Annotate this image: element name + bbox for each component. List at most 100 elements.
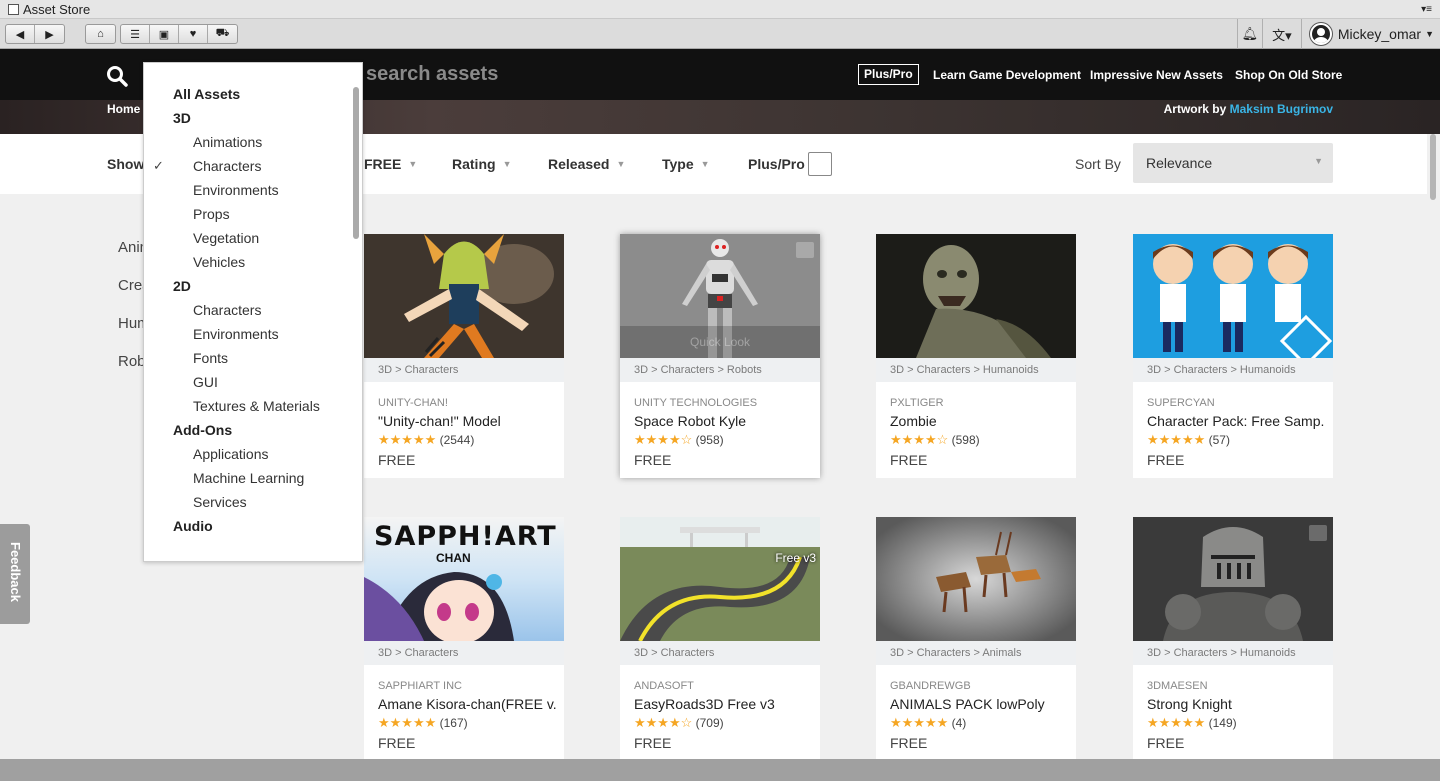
avatar[interactable] <box>1309 23 1332 45</box>
asset-publisher[interactable]: SAPPHIART INC <box>378 680 462 692</box>
rating-filter[interactable]: Rating ▼ <box>452 156 511 172</box>
back-button[interactable]: ◀ <box>6 25 35 43</box>
dropdown-scrollbar[interactable] <box>353 87 359 239</box>
plus-pro-button[interactable]: Plus/Pro <box>858 64 919 85</box>
asset-category[interactable]: 3D > Characters > Humanoids <box>1133 358 1333 382</box>
username[interactable]: Mickey_omar <box>1338 26 1421 42</box>
asset-card[interactable]: 3D > Characters > Animals GBANDREWGB ANI… <box>876 517 1076 761</box>
dropdown-item-2d-fonts[interactable]: Fonts <box>193 350 228 366</box>
asset-category[interactable]: 3D > Characters > Humanoids <box>876 358 1076 382</box>
heart-icon[interactable]: ♥ <box>179 25 208 43</box>
rating-filter-label: Rating <box>452 156 496 172</box>
dropdown-item-add-ons[interactable]: Add-Ons <box>173 422 232 438</box>
sidebar-item-robots[interactable]: Rob <box>118 353 146 370</box>
dropdown-item-all-assets[interactable]: All Assets <box>173 86 240 102</box>
asset-card[interactable]: SAPPH!ART CHAN 3D > Characters SAPPHIART… <box>364 517 564 761</box>
dropdown-item-3d-props[interactable]: Props <box>193 206 230 222</box>
home-button[interactable]: ⌂ <box>86 25 115 43</box>
asset-thumbnail[interactable]: SAPPH!ART CHAN <box>364 517 564 641</box>
asset-store-icon <box>8 4 19 15</box>
dropdown-item-2d-environments[interactable]: Environments <box>193 326 279 342</box>
asset-name[interactable]: "Unity-chan!" Model <box>378 413 562 429</box>
search-icon[interactable] <box>106 65 128 87</box>
asset-category[interactable]: 3D > Characters <box>620 641 820 665</box>
asset-category[interactable]: 3D > Characters <box>364 641 564 665</box>
asset-category[interactable]: 3D > Characters > Animals <box>876 641 1076 665</box>
asset-card[interactable]: 3D > Characters > Humanoids 3DMAESEN Str… <box>1133 517 1333 761</box>
downloads-icon[interactable]: ▣ <box>150 25 179 43</box>
learn-link[interactable]: Learn Game Development <box>933 68 1081 82</box>
asset-name[interactable]: Amane Kisora-chan(FREE v. <box>378 696 562 712</box>
cart-icon[interactable]: ⛟ <box>208 25 237 43</box>
asset-publisher[interactable]: GBANDREWGB <box>890 680 971 692</box>
list-icon[interactable]: ☰ <box>121 25 150 43</box>
asset-thumbnail[interactable]: Quick Look <box>620 234 820 358</box>
asset-category[interactable]: 3D > Characters <box>364 358 564 382</box>
asset-name[interactable]: Character Pack: Free Samp. <box>1147 413 1331 429</box>
favorite-icon[interactable] <box>796 242 814 258</box>
search-input[interactable]: search assets <box>366 63 498 86</box>
dropdown-item-machine-learning[interactable]: Machine Learning <box>193 470 304 486</box>
feedback-tab[interactable]: Feedback <box>0 524 30 624</box>
asset-publisher[interactable]: 3DMAESEN <box>1147 680 1208 692</box>
language-icon[interactable]: 文▾ <box>1263 25 1301 44</box>
asset-publisher[interactable]: UNITY-CHAN! <box>378 397 448 409</box>
asset-name[interactable]: Zombie <box>890 413 1074 429</box>
chevron-down-icon: ▼ <box>616 159 626 169</box>
price-filter[interactable]: FREE ▼ <box>364 156 417 172</box>
dropdown-item-2d-gui[interactable]: GUI <box>193 374 218 390</box>
window-menu-icon[interactable]: ▾≡ <box>1421 0 1432 19</box>
dropdown-item-3d-environments[interactable]: Environments <box>193 182 279 198</box>
page-scrollbar[interactable] <box>1427 134 1440 759</box>
chevron-down-icon[interactable]: ▼ <box>1425 29 1434 39</box>
forward-button[interactable]: ▶ <box>35 25 64 43</box>
new-assets-link[interactable]: Impressive New Assets <box>1090 68 1223 82</box>
asset-publisher[interactable]: UNITY TECHNOLOGIES <box>634 397 757 409</box>
asset-card[interactable]: 3D > Characters > Humanoids SUPERCYAN Ch… <box>1133 234 1333 478</box>
type-filter[interactable]: Type ▼ <box>662 156 710 172</box>
sort-select[interactable]: Relevance ▼ <box>1133 143 1333 183</box>
asset-thumbnail[interactable] <box>876 234 1076 358</box>
asset-thumbnail[interactable] <box>364 234 564 358</box>
asset-category[interactable]: 3D > Characters > Robots <box>620 358 820 382</box>
artist-link[interactable]: Maksim Bugrimov <box>1230 102 1333 116</box>
dropdown-item-3d[interactable]: 3D <box>173 110 191 126</box>
quick-look-button[interactable]: Quick Look <box>620 326 820 358</box>
asset-name[interactable]: Space Robot Kyle <box>634 413 818 429</box>
asset-category[interactable]: 3D > Characters > Humanoids <box>1133 641 1333 665</box>
asset-publisher[interactable]: ANDASOFT <box>634 680 694 692</box>
asset-rating: ★★★★★ (149) <box>1147 715 1237 731</box>
breadcrumb-home[interactable]: Home <box>107 102 140 116</box>
asset-publisher[interactable]: SUPERCYAN <box>1147 397 1215 409</box>
favorite-icon[interactable] <box>1309 525 1327 541</box>
old-store-link[interactable]: Shop On Old Store <box>1235 68 1342 82</box>
dropdown-item-3d-vehicles[interactable]: Vehicles <box>193 254 245 270</box>
dropdown-item-services[interactable]: Services <box>193 494 247 510</box>
asset-card[interactable]: Free v3 3D > Characters ANDASOFT EasyRoa… <box>620 517 820 761</box>
asset-name[interactable]: EasyRoads3D Free v3 <box>634 696 818 712</box>
asset-publisher[interactable]: PXLTIGER <box>890 397 944 409</box>
asset-card[interactable]: Quick Look 3D > Characters > Robots UNIT… <box>620 234 820 478</box>
plus-pro-checkbox[interactable] <box>808 152 832 176</box>
dropdown-item-applications[interactable]: Applications <box>193 446 269 462</box>
asset-name[interactable]: ANIMALS PACK lowPoly <box>890 696 1074 712</box>
asset-card[interactable]: 3D > Characters > Humanoids PXLTIGER Zom… <box>876 234 1076 478</box>
asset-name[interactable]: Strong Knight <box>1147 696 1331 712</box>
dropdown-item-audio[interactable]: Audio <box>173 518 213 534</box>
asset-price: FREE <box>890 452 928 468</box>
released-filter[interactable]: Released ▼ <box>548 156 625 172</box>
asset-thumbnail[interactable] <box>1133 517 1333 641</box>
dropdown-item-3d-animations[interactable]: Animations <box>193 134 262 150</box>
bell-icon[interactable]: 🔔︎ <box>1238 26 1262 42</box>
dropdown-item-2d-textures[interactable]: Textures & Materials <box>193 398 320 414</box>
asset-thumbnail[interactable]: Free v3 <box>620 517 820 641</box>
dropdown-item-2d-characters[interactable]: Characters <box>193 302 261 318</box>
dropdown-item-2d[interactable]: 2D <box>173 278 191 294</box>
asset-thumbnail[interactable] <box>876 517 1076 641</box>
dropdown-item-3d-characters[interactable]: Characters <box>193 158 261 174</box>
dropdown-item-3d-vegetation[interactable]: Vegetation <box>193 230 259 246</box>
scrollbar-thumb[interactable] <box>1430 134 1436 200</box>
asset-thumbnail[interactable] <box>1133 234 1333 358</box>
home-group: ⌂ <box>85 24 116 44</box>
asset-card[interactable]: 3D > Characters UNITY-CHAN! "Unity-chan!… <box>364 234 564 478</box>
